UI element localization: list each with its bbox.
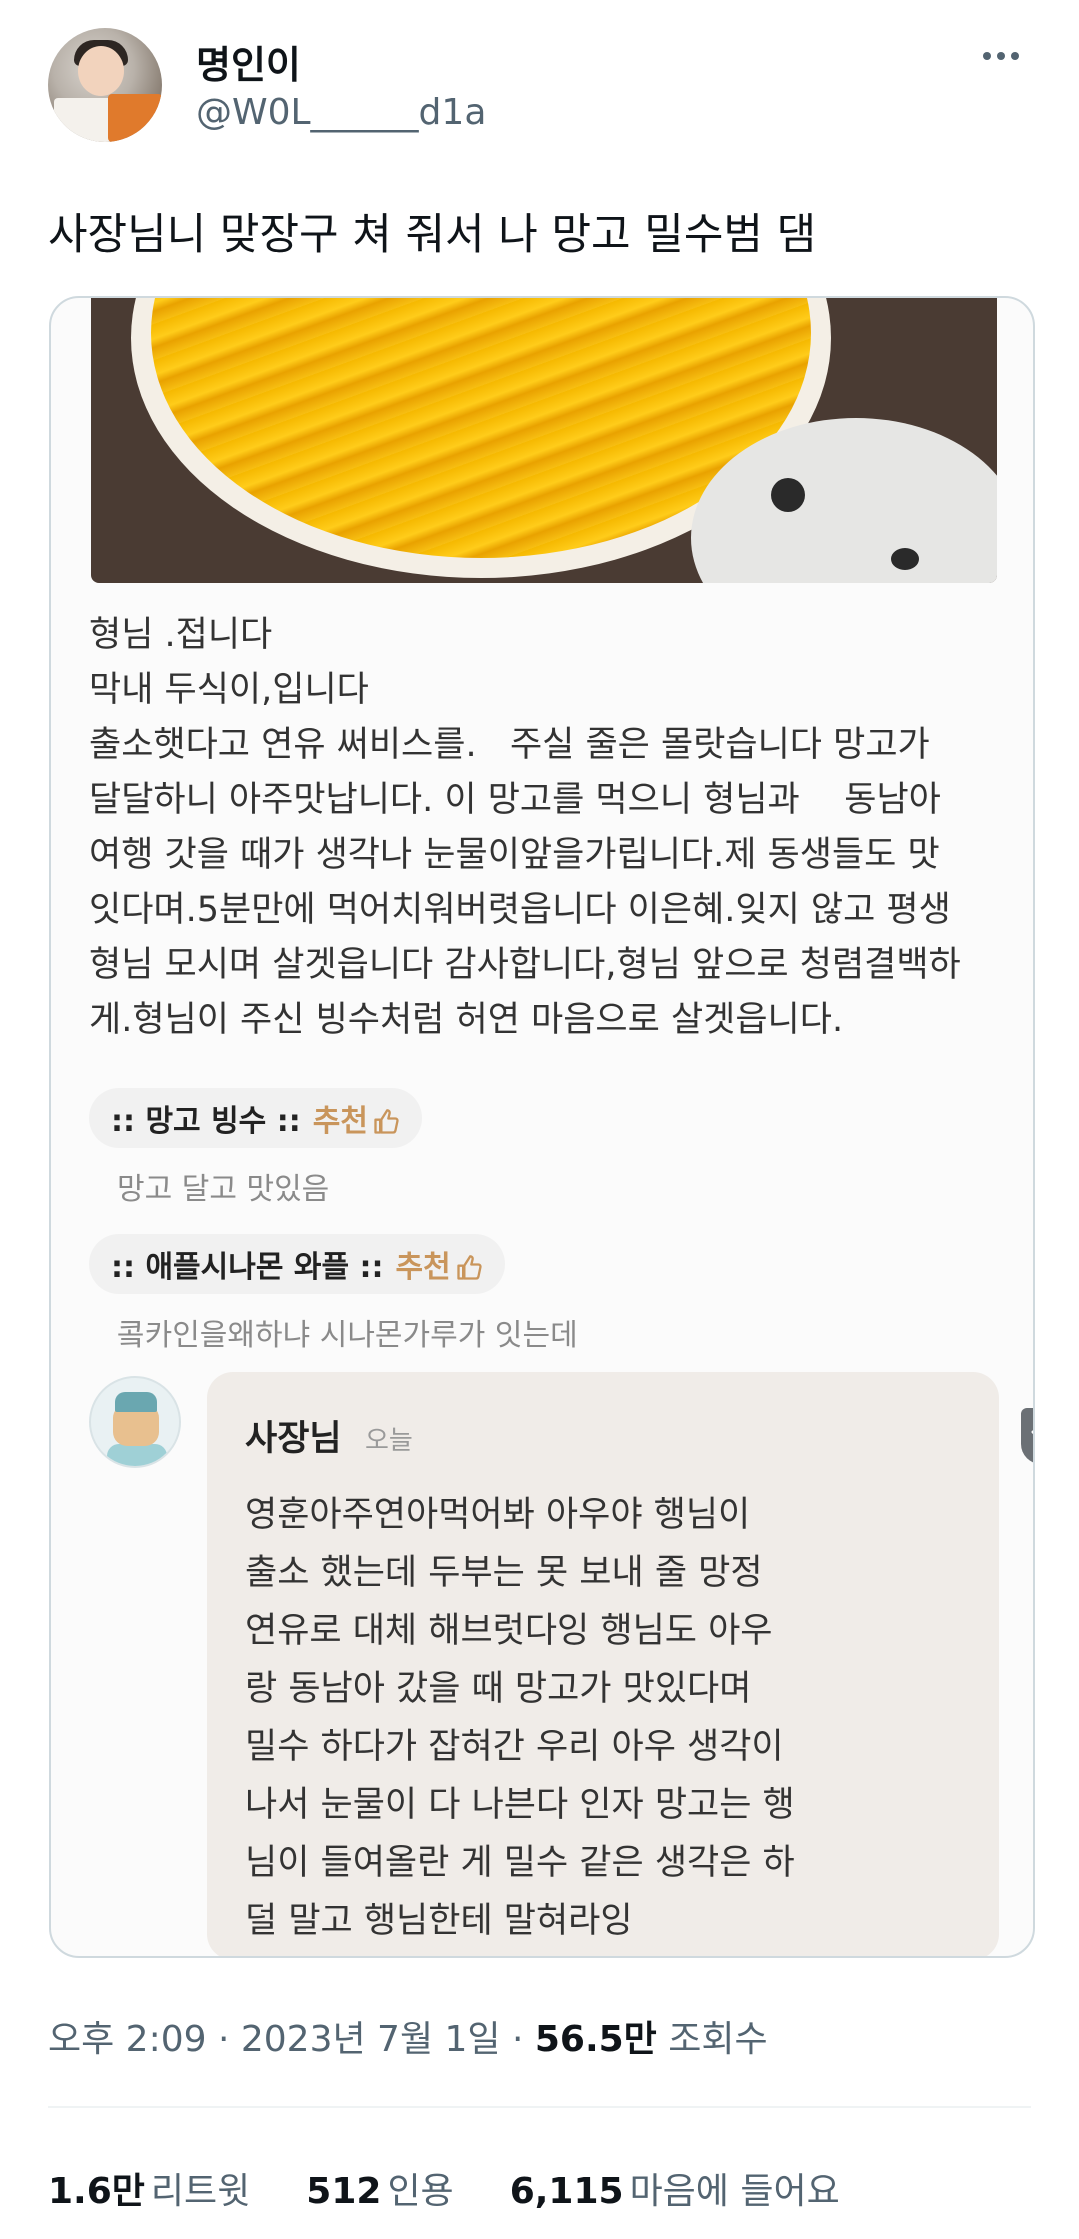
thumbs-up-icon <box>457 1255 482 1280</box>
quotes-stat[interactable]: 512 인용 <box>306 2162 453 2214</box>
review-line: 달달하니 아주맛납니다. 이 망고를 먹으니 형님과 동남아 <box>89 780 941 820</box>
review-line: 게.형님이 주신 빙수처럼 허연 마음으로 살겟읍니다. <box>89 1000 844 1040</box>
chevron-down-icon <box>1031 1430 1033 1435</box>
menu-name: :: 애플시나몬 와플 :: <box>111 1250 384 1285</box>
more-icon[interactable] <box>971 36 1031 76</box>
author-display-name[interactable]: 명인이 <box>196 34 301 89</box>
review-line: 막내 두식이,입니다 <box>89 670 369 710</box>
tweet-media-image[interactable]: 형님 .접니다 막내 두식이,입니다 출소햇다고 연유 써비스를. 주실 줄은 … <box>49 296 1035 1958</box>
recommend-label: 추천 <box>395 1250 451 1285</box>
thumbs-up-icon <box>374 1109 399 1134</box>
likes-stat[interactable]: 6,115 마음에 들어요 <box>510 2162 840 2214</box>
likes-count: 6,115 <box>509 2171 624 2212</box>
tweet-stats: 1.6만 리트윗 512 인용 6,115 마음에 들어요 <box>48 2162 840 2214</box>
review-line: 형님 .접니다 <box>89 615 273 655</box>
tweet-meta: 오후 2:09 · 2023년 7월 1일 · 56.5만 조회수 <box>48 2010 768 2062</box>
reply-line: 연유로 대체 해브럿다잉 행님도 아우 <box>245 1611 773 1651</box>
reply-line: 밀수 하다가 잡혀간 우리 아우 생각이 <box>245 1727 784 1767</box>
likes-label: 마음에 들어요 <box>629 2171 840 2212</box>
reply-line: 덜 말고 행님한테 말혀라잉 <box>245 1901 633 1941</box>
owner-avatar <box>89 1376 181 1468</box>
quotes-label: 인용 <box>387 2171 454 2212</box>
views-label: 조회수 <box>656 2019 768 2060</box>
reply-line: 님이 들여올란 게 밀수 같은 생각은 하 <box>245 1843 795 1883</box>
menu-comment: 망고 달고 맛있음 <box>117 1172 330 1207</box>
menu-name: :: 망고 빙수 :: <box>111 1104 301 1139</box>
retweets-count: 1.6만 <box>48 2171 145 2212</box>
scroll-handle <box>1021 1408 1033 1464</box>
tweet-timestamp[interactable]: 오후 2:09 · 2023년 7월 1일 · <box>48 2019 535 2060</box>
divider <box>48 2106 1031 2108</box>
retweets-label: 리트윗 <box>150 2171 251 2212</box>
menu-comment: 콬카인을왜하냐 시나몬가루가 잇는데 <box>117 1318 578 1353</box>
views-count: 56.5만 <box>534 2019 657 2060</box>
tweet-text: 사장님니 맞장구 쳐 줘서 나 망고 밀수범 댐 <box>48 210 817 260</box>
review-line: 형님 모시며 살겟읍니다 감사합니다,형님 앞으로 청렴결백하 <box>89 945 961 985</box>
review-line: 잇다며.5분만에 먹어치워버렷읍니다 이은혜.잊지 않고 평생 <box>89 890 951 930</box>
reply-line: 출소 했는데 두부는 못 보내 줄 망정 <box>245 1553 763 1593</box>
review-line: 여행 갓을 때가 생각나 눈물이앞을가립니다.제 동생들도 맛 <box>89 835 940 875</box>
mango-bingsu-photo <box>91 298 997 583</box>
owner-name: 사장님 <box>245 1419 342 1459</box>
review-line: 출소햇다고 연유 써비스를. 주실 줄은 몰랏습니다 망고가 <box>89 725 930 765</box>
reply-line: 영훈아주연아먹어봐 아우야 행님이 <box>245 1495 751 1535</box>
owner-reply-date: 오늘 <box>365 1426 413 1456</box>
author-handle[interactable]: @W0L______d1a <box>196 92 486 133</box>
customer-review-text: 형님 .접니다 막내 두식이,입니다 출소햇다고 연유 써비스를. 주실 줄은 … <box>89 608 1009 1048</box>
owner-reply-bubble: 사장님 오늘 영훈아주연아먹어봐 아우야 행님이 출소 했는데 두부는 못 보내… <box>207 1372 999 1956</box>
reply-line: 랑 동남아 갔을 때 망고가 맛있다며 <box>245 1669 752 1709</box>
recommend-label: 추천 <box>312 1104 368 1139</box>
author-avatar[interactable] <box>48 28 162 142</box>
retweets-stat[interactable]: 1.6만 리트윗 <box>48 2162 250 2214</box>
quotes-count: 512 <box>306 2171 382 2212</box>
owner-reply-text: 영훈아주연아먹어봐 아우야 행님이 출소 했는데 두부는 못 보내 줄 망정 연… <box>245 1486 795 1950</box>
menu-chip-mango-bingsu: :: 망고 빙수 :: 추천 <box>89 1088 422 1148</box>
reply-line: 나서 눈물이 다 나븐다 인자 망고는 행 <box>245 1785 795 1825</box>
menu-chip-apple-cinnamon-waffle: :: 애플시나몬 와플 :: 추천 <box>89 1234 505 1294</box>
